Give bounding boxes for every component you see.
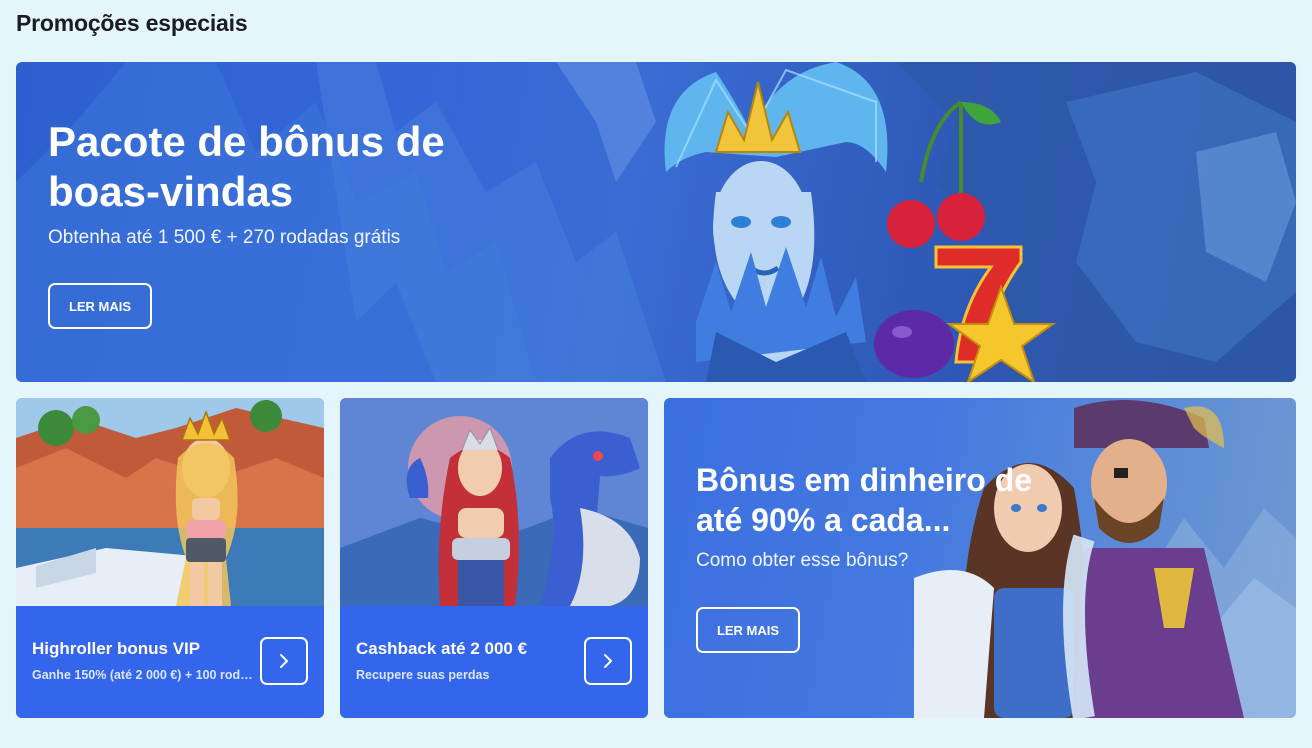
card-info: Cashback até 2 000 € Recupere suas perda… (340, 606, 648, 718)
highroller-vip-card[interactable]: Highroller bonus VIP Ganhe 150% (até 2 0… (16, 398, 324, 718)
chevron-right-icon (604, 654, 612, 668)
wide-card-subtitle: Como obter esse bônus? (696, 550, 909, 571)
hero-subtitle: Obtenha até 1 500 € + 270 rodadas grátis (48, 227, 401, 248)
cashback-next-button[interactable] (584, 637, 632, 685)
cash-bonus-card[interactable]: Bônus em dinheiro de até 90% a cada... C… (664, 398, 1296, 718)
wide-card-read-more-button[interactable]: LER MAIS (696, 607, 800, 653)
highroller-next-button[interactable] (260, 637, 308, 685)
highroller-artwork (16, 398, 324, 606)
dragon-artwork (340, 398, 648, 606)
card-title: Highroller bonus VIP (32, 639, 201, 658)
cashback-card[interactable]: Cashback até 2 000 € Recupere suas perda… (340, 398, 648, 718)
welcome-bonus-banner[interactable]: Pacote de bônus de boas-vindas Obtenha a… (16, 62, 1296, 382)
card-info: Highroller bonus VIP Ganhe 150% (até 2 0… (16, 606, 324, 718)
ice-queen-artwork (16, 62, 1296, 382)
section-title: Promoções especiais (16, 10, 248, 36)
card-title: Cashback até 2 000 € (356, 639, 528, 658)
wide-card-title: Bônus em dinheiro de até 90% a cada... (696, 462, 1033, 538)
chevron-right-icon (280, 654, 288, 668)
card-subtitle: Ganhe 150% (até 2 000 €) + 100 rodadas g… (32, 668, 258, 682)
card-subtitle: Recupere suas perdas (356, 668, 490, 682)
hero-read-more-button[interactable]: LER MAIS (48, 283, 152, 329)
hero-title: Pacote de bônus de boas-vindas (48, 118, 445, 215)
